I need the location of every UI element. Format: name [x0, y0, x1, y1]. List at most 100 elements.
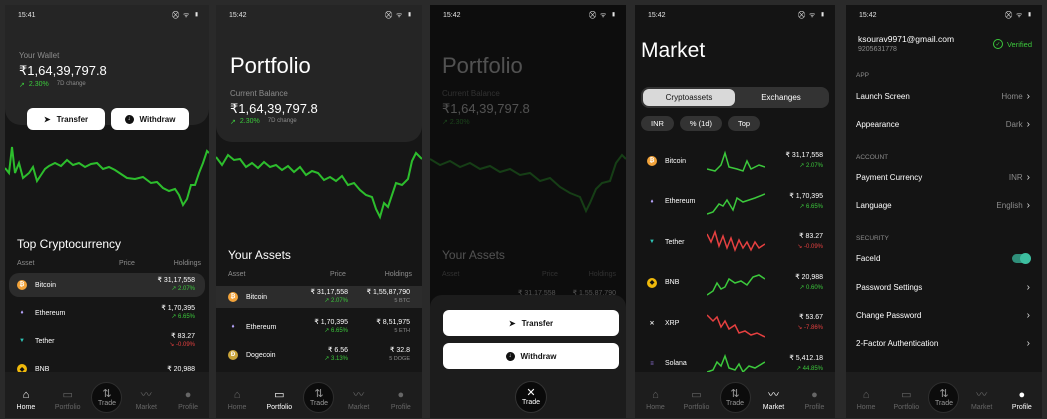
nav-market[interactable]: 〰 Market: [756, 389, 792, 412]
market-row[interactable]: ◆ BNB ₹ 20,988 ↗ 0.60%: [635, 267, 835, 299]
nav-trade[interactable]: ⇅ Trade: [91, 382, 123, 413]
status-time: 15:41: [18, 11, 36, 19]
nav-portfolio[interactable]: ▭ Portfolio: [261, 390, 297, 412]
nav-profile[interactable]: ● Profile: [170, 389, 206, 412]
coin-price: ₹ 31,17,558: [785, 152, 823, 159]
chevron-right-icon: ›: [1026, 310, 1030, 321]
coin-change-wrap: ↗ 6.65%: [799, 203, 823, 210]
solana-icon: ≡: [650, 360, 654, 367]
faceid-toggle[interactable]: [1012, 253, 1031, 264]
nav-trade[interactable]: ⇅ Trade: [303, 382, 335, 413]
col-asset: Asset: [228, 271, 246, 278]
transfer-button[interactable]: ➤ Transfer: [443, 310, 619, 336]
nav-profile[interactable]: ● Profile: [797, 390, 833, 412]
withdraw-button[interactable]: ↓ Withdraw: [443, 343, 619, 369]
withdraw-button[interactable]: ↓ Withdraw: [111, 108, 189, 130]
dogecoin-icon: Ð: [228, 350, 238, 360]
col-asset: Asset: [17, 260, 35, 267]
market-icon: 〰: [140, 389, 152, 401]
nav-portfolio[interactable]: ▭ Portfolio: [679, 389, 715, 412]
trade-overlay-screen: 15:42 ⛒ ᯤ ▮ Portfolio Current Balance ₹1,…: [430, 5, 626, 418]
nav-profile[interactable]: ● Profile: [383, 389, 419, 412]
tether-icon: ▼: [19, 338, 25, 344]
payment-currency-setting[interactable]: Payment Currency INR ›: [856, 172, 1030, 183]
ethereum-icon: ♦: [231, 324, 235, 330]
close-trade-button[interactable]: ✕ Trade: [515, 381, 547, 413]
list-item[interactable]: ₿ Bitcoin ₹ 31,17,558 ↗ 2.07%: [9, 273, 205, 297]
user-icon: ●: [397, 389, 405, 401]
swap-icon: ⇅: [314, 387, 324, 400]
segment-control: Cryptoassets Exchanges: [641, 87, 829, 108]
coin-price: ₹ 83.27: [799, 233, 823, 240]
nav-home[interactable]: ⌂ Home: [219, 390, 255, 412]
bottom-nav: ⌂ Home ▭ Portfolio ⇅ Trade 〰 Market ● Profile: [216, 372, 422, 418]
sparkline: [707, 314, 765, 338]
wallet-value: ₹1,64,39,797.8: [19, 63, 107, 78]
user-icon: ●: [184, 389, 192, 401]
section-title: Your Assets: [228, 248, 291, 262]
filter-top[interactable]: Top: [728, 116, 761, 131]
xrp-icon: ✕: [649, 320, 655, 327]
change-period: 7D change: [267, 118, 297, 124]
nav-market[interactable]: 〰 Market: [128, 389, 164, 412]
market-row[interactable]: ♦ Ethereum ₹ 1,70,395 ↗ 6.65%: [635, 186, 835, 218]
wallet-label: Your Wallet: [19, 51, 60, 60]
check-circle-icon: ✓: [992, 39, 1003, 49]
asset-row[interactable]: ₿ Bitcoin ₹ 31,17,558 ↗ 2.07% ₹ 1,55,87,7…: [216, 286, 422, 308]
page-title: Market: [641, 39, 706, 62]
bitcoin-icon: ₿: [647, 156, 657, 166]
col-holdings: Holdings: [588, 271, 616, 278]
ethereum-icon: ♦: [20, 310, 24, 316]
market-icon: 〰: [768, 389, 779, 401]
briefcase-icon: ▭: [62, 389, 73, 401]
nav-home[interactable]: ⌂ Home: [848, 390, 884, 412]
wallet-change-period: 7D change: [56, 81, 86, 87]
transfer-button[interactable]: ➤ Transfer: [27, 108, 105, 130]
sparkline: [707, 150, 765, 172]
nav-trade[interactable]: ⇅ Trade: [719, 382, 751, 413]
sparkline: [707, 229, 765, 253]
wallet-chart: [5, 146, 209, 208]
list-item[interactable]: ♦ Ethereum ₹ 1,70,395 ↗ 6.65%: [5, 301, 209, 325]
market-row[interactable]: ▼ Tether ₹ 83.27 ↘ -0.09%: [635, 226, 835, 258]
sparkline: [707, 192, 765, 215]
tab-exchanges[interactable]: Exchanges: [735, 89, 827, 106]
password-settings-item[interactable]: Password Settings ›: [856, 282, 1030, 293]
market-row[interactable]: ₿ Bitcoin ₹ 31,17,558 ↗ 2.07%: [635, 145, 835, 177]
bitcoin-icon: ₿: [228, 292, 238, 302]
appearance-setting[interactable]: Appearance Dark ›: [856, 119, 1030, 130]
filter-change[interactable]: % (1d): [679, 116, 723, 131]
nav-market[interactable]: 〰 Market: [964, 390, 1000, 412]
coin-change-wrap: ↘ -0.09%: [797, 244, 823, 250]
section-account: ACCOUNT: [856, 154, 889, 161]
nav-market[interactable]: 〰 Market: [341, 390, 377, 412]
filter-currency[interactable]: INR: [641, 116, 674, 131]
change-password-item[interactable]: Change Password ›: [856, 310, 1030, 321]
tether-icon: ▼: [649, 239, 655, 245]
verified-badge: ✓ Verified: [992, 39, 1032, 49]
nav-portfolio[interactable]: ▭ Portfolio: [50, 389, 86, 412]
home-icon: ⌂: [652, 389, 659, 401]
market-row[interactable]: ✕ XRP ₹ 53.67 ↘ -7.86%: [635, 307, 835, 339]
nav-trade[interactable]: ⇅ Trade: [928, 382, 960, 413]
nav-profile[interactable]: ● Profile: [1004, 390, 1040, 412]
coin-name: Solana: [665, 360, 687, 367]
list-item[interactable]: ▼ Tether ₹ 83.27 ↘ -0.09%: [5, 329, 209, 353]
wallet-change: 2.30%: [28, 81, 49, 88]
col-price: Price: [330, 271, 346, 278]
tab-cryptoassets[interactable]: Cryptoassets: [643, 89, 735, 106]
bottom-nav: ⌂ Home ▭ Portfolio ⇅ Trade 〰 Market ● Profile: [635, 372, 835, 418]
nav-home[interactable]: ⌂ Home: [8, 390, 44, 412]
briefcase-icon: ▭: [691, 389, 702, 401]
two-factor-item[interactable]: 2-Factor Authentication ›: [856, 338, 1030, 349]
launch-screen-setting[interactable]: Launch Screen Home ›: [856, 91, 1030, 102]
asset-row[interactable]: ♦ Ethereum ₹ 1,70,395 ↗ 6.65% ₹ 8,51,975 5…: [216, 315, 422, 339]
user-email: ksourav9971@gmail.com: [858, 34, 955, 44]
coin-change: -0.09%: [803, 244, 823, 250]
chevron-right-icon: ›: [1026, 172, 1030, 183]
asset-row[interactable]: Ð Dogecoin ₹ 6.56 ↗ 3.13% ₹ 32.8 5 DOGE: [216, 343, 422, 367]
nav-portfolio[interactable]: ▭ Portfolio: [888, 390, 924, 412]
language-setting[interactable]: Language English ›: [856, 200, 1030, 211]
nav-home[interactable]: ⌂ Home: [638, 389, 674, 412]
portfolio-chart: [216, 151, 422, 220]
